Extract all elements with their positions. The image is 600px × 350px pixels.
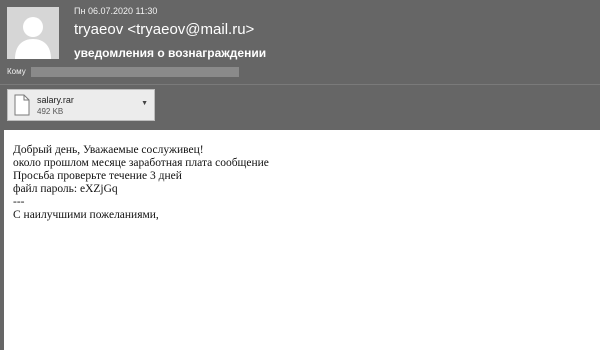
attachment-name: salary.rar [37, 95, 74, 105]
body-line: Добрый день, Уважаемые сослуживец! [13, 144, 204, 156]
sender-avatar [7, 7, 59, 59]
message-body: Добрый день, Уважаемые сослуживец! около… [4, 130, 600, 350]
email-header: Пн 06.07.2020 11:30 tryaeov <tryaeov@mai… [0, 0, 600, 82]
attachment-bar: salary.rar 492 KB ▼ [0, 85, 600, 127]
email-subject: уведомления о вознаграждении [74, 46, 267, 60]
attachment-item[interactable]: salary.rar 492 KB ▼ [7, 89, 155, 121]
body-line: около прошлом месяце заработная плата со… [13, 157, 269, 169]
attachment-size: 492 KB [37, 107, 64, 116]
email-sender[interactable]: tryaeov <tryaeov@mail.ru> [74, 21, 254, 38]
recipient-redacted [31, 67, 239, 77]
body-line: файл пароль: eXZjGq [13, 183, 118, 195]
to-label: Кому [7, 67, 26, 76]
file-icon [14, 94, 30, 116]
message-text: Добрый день, Уважаемые сослуживец! около… [13, 144, 269, 222]
body-line: Просьба проверьте течение 3 дней [13, 170, 182, 182]
email-date: Пн 06.07.2020 11:30 [74, 6, 158, 16]
body-line: С наилучшими пожеланиями, [13, 209, 159, 221]
person-icon [7, 7, 59, 59]
body-line: --- [13, 196, 25, 208]
chevron-down-icon[interactable]: ▼ [141, 100, 148, 107]
